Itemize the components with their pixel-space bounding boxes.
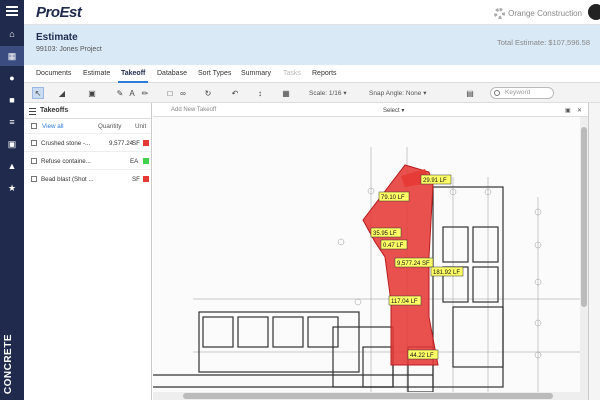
list-icon[interactable]: ≡ <box>0 112 24 132</box>
estimate-header: Estimate 99103: Jones Project Total Esti… <box>24 25 600 65</box>
tab-sort-types[interactable]: Sort Types <box>198 70 231 77</box>
panel-menu-icon[interactable] <box>29 108 36 117</box>
user-icon[interactable]: ● <box>0 68 24 88</box>
tab-takeoff[interactable]: Takeoff <box>117 70 149 83</box>
project-name: 99103: Jones Project <box>36 46 102 53</box>
refresh-icon[interactable]: ↻ <box>202 87 214 99</box>
add-new-takeoff-input[interactable]: Add New Takeoff <box>171 107 216 113</box>
takeoff-row[interactable]: Bead blast (Shot ... SF <box>24 169 151 187</box>
takeoff-row[interactable]: Crushed stone -... 9,577.24 SF <box>24 133 151 151</box>
takeoff-unit: EA <box>130 158 139 165</box>
calculator-icon[interactable]: ▦ <box>0 46 24 66</box>
color-swatch[interactable] <box>143 158 149 164</box>
select-region-icon[interactable]: □ <box>164 87 176 99</box>
total-estimate: Total Estimate: $107,596.58 <box>497 38 590 47</box>
tab-summary[interactable]: Summary <box>241 70 271 77</box>
link-icon[interactable]: ∞ <box>177 87 189 99</box>
pencil-icon[interactable]: ✎ <box>114 87 126 99</box>
zoom-area-icon[interactable]: ▣ <box>86 87 98 99</box>
measure-label[interactable]: 117.04 LF <box>391 299 418 305</box>
column-header: View all Quantity Unit <box>24 119 151 133</box>
takeoffs-panel: Takeoffs View all Quantity Unit Crushed … <box>24 103 152 400</box>
company-name: Orange Construction <box>508 9 582 18</box>
gear-icon <box>494 8 506 19</box>
right-panel-edge <box>588 103 600 400</box>
view-all-link[interactable]: View all <box>42 123 64 130</box>
page-title: Estimate <box>36 32 78 43</box>
area-tool-icon[interactable]: ◢ <box>56 87 68 99</box>
measure-label[interactable]: 181.92 LF <box>433 270 460 276</box>
tab-reports[interactable]: Reports <box>312 70 337 77</box>
horizontal-scrollbar[interactable] <box>153 392 580 400</box>
row-checkbox[interactable] <box>31 140 37 146</box>
quantity-column-header: Quantity <box>98 123 122 130</box>
panel-header: Takeoffs <box>24 103 151 119</box>
measure-label[interactable]: 9,577.24 SF <box>397 261 430 267</box>
plan-header: Add New Takeoff Select ▾ ▣ ✕ <box>153 103 588 117</box>
takeoff-unit: SF <box>132 176 140 183</box>
company-selector[interactable]: Orange Construction <box>494 8 582 19</box>
select-dropdown[interactable]: Select ▾ <box>383 107 404 114</box>
drawing-canvas[interactable]: 29.91 LF 79.10 LF 35.95 LF 0.47 LF 9,577… <box>153 117 580 400</box>
search-icon <box>494 90 500 96</box>
tab-estimate[interactable]: Estimate <box>83 70 110 77</box>
app-logo[interactable]: ProEst <box>36 4 82 21</box>
takeoff-unit: SF <box>132 140 140 147</box>
takeoff-name: Refuse containe... <box>41 158 91 165</box>
tab-bar: Documents Estimate Takeoff Database Sort… <box>24 65 600 83</box>
highlighter-icon[interactable]: ✏ <box>139 87 151 99</box>
tab-documents[interactable]: Documents <box>36 70 71 77</box>
takeoff-name: Bead blast (Shot ... <box>41 176 94 183</box>
clipboard-icon[interactable]: ▣ <box>0 134 24 154</box>
unit-column-header: Unit <box>135 123 147 130</box>
pointer-tool-icon[interactable]: ↖ <box>32 87 44 99</box>
pages-icon[interactable]: ▤ <box>464 87 476 99</box>
select-all-checkbox[interactable] <box>31 123 37 129</box>
takeoff-quantity: 9,577.24 <box>109 140 134 147</box>
save-icon[interactable]: ▣ <box>565 107 571 114</box>
keyword-placeholder: Keyword <box>505 89 531 96</box>
takeoff-toolbar: ↖ ◢ ▣ ✎ A ✏ □ ∞ ↻ ↶ ↕ ▦ Scale: 1/16 ▾ Sn… <box>24 83 600 103</box>
menu-icon[interactable] <box>6 6 18 18</box>
measure-label[interactable]: 0.47 LF <box>383 243 404 249</box>
floor-plan: 29.91 LF 79.10 LF 35.95 LF 0.47 LF 9,577… <box>153 117 580 400</box>
takeoff-name: Crushed stone -... <box>41 140 91 147</box>
home-icon[interactable]: ⌂ <box>0 24 24 44</box>
avatar[interactable] <box>588 4 600 20</box>
tab-tasks[interactable]: Tasks <box>283 70 301 77</box>
scale-dropdown[interactable]: Scale: 1/16 ▾ <box>309 89 347 97</box>
keyword-search[interactable]: Keyword <box>490 87 554 99</box>
star-icon[interactable]: ★ <box>0 178 24 198</box>
briefcase-icon[interactable]: ■ <box>0 90 24 110</box>
product-label: CONCRETE <box>3 333 14 394</box>
measure-label[interactable]: 44.22 LF <box>410 353 434 359</box>
calculator-tool-icon[interactable]: ▦ <box>280 87 292 99</box>
text-tool-icon[interactable]: A <box>126 87 138 99</box>
graduation-cap-icon[interactable]: ▲ <box>0 156 24 176</box>
left-rail: ⌂ ▦ ● ■ ≡ ▣ ▲ ★ CONCRETE <box>0 0 24 400</box>
snap-angle-dropdown[interactable]: Snap Angle: None ▾ <box>369 89 426 97</box>
row-checkbox[interactable] <box>31 176 37 182</box>
row-checkbox[interactable] <box>31 158 37 164</box>
color-swatch[interactable] <box>143 176 149 182</box>
panel-title: Takeoffs <box>40 107 69 114</box>
measure-label[interactable]: 29.91 LF <box>423 178 447 184</box>
undo-icon[interactable]: ↶ <box>229 87 241 99</box>
close-icon[interactable]: ✕ <box>577 107 582 114</box>
tab-database[interactable]: Database <box>157 70 187 77</box>
vertical-scrollbar[interactable] <box>580 117 588 400</box>
measure-icon[interactable]: ↕ <box>254 87 266 99</box>
color-swatch[interactable] <box>143 140 149 146</box>
measure-label[interactable]: 35.95 LF <box>373 231 397 237</box>
measure-label[interactable]: 79.10 LF <box>381 195 405 201</box>
takeoff-row[interactable]: Refuse containe... EA <box>24 151 151 169</box>
top-bar: ProEst Orange Construction <box>24 0 600 25</box>
